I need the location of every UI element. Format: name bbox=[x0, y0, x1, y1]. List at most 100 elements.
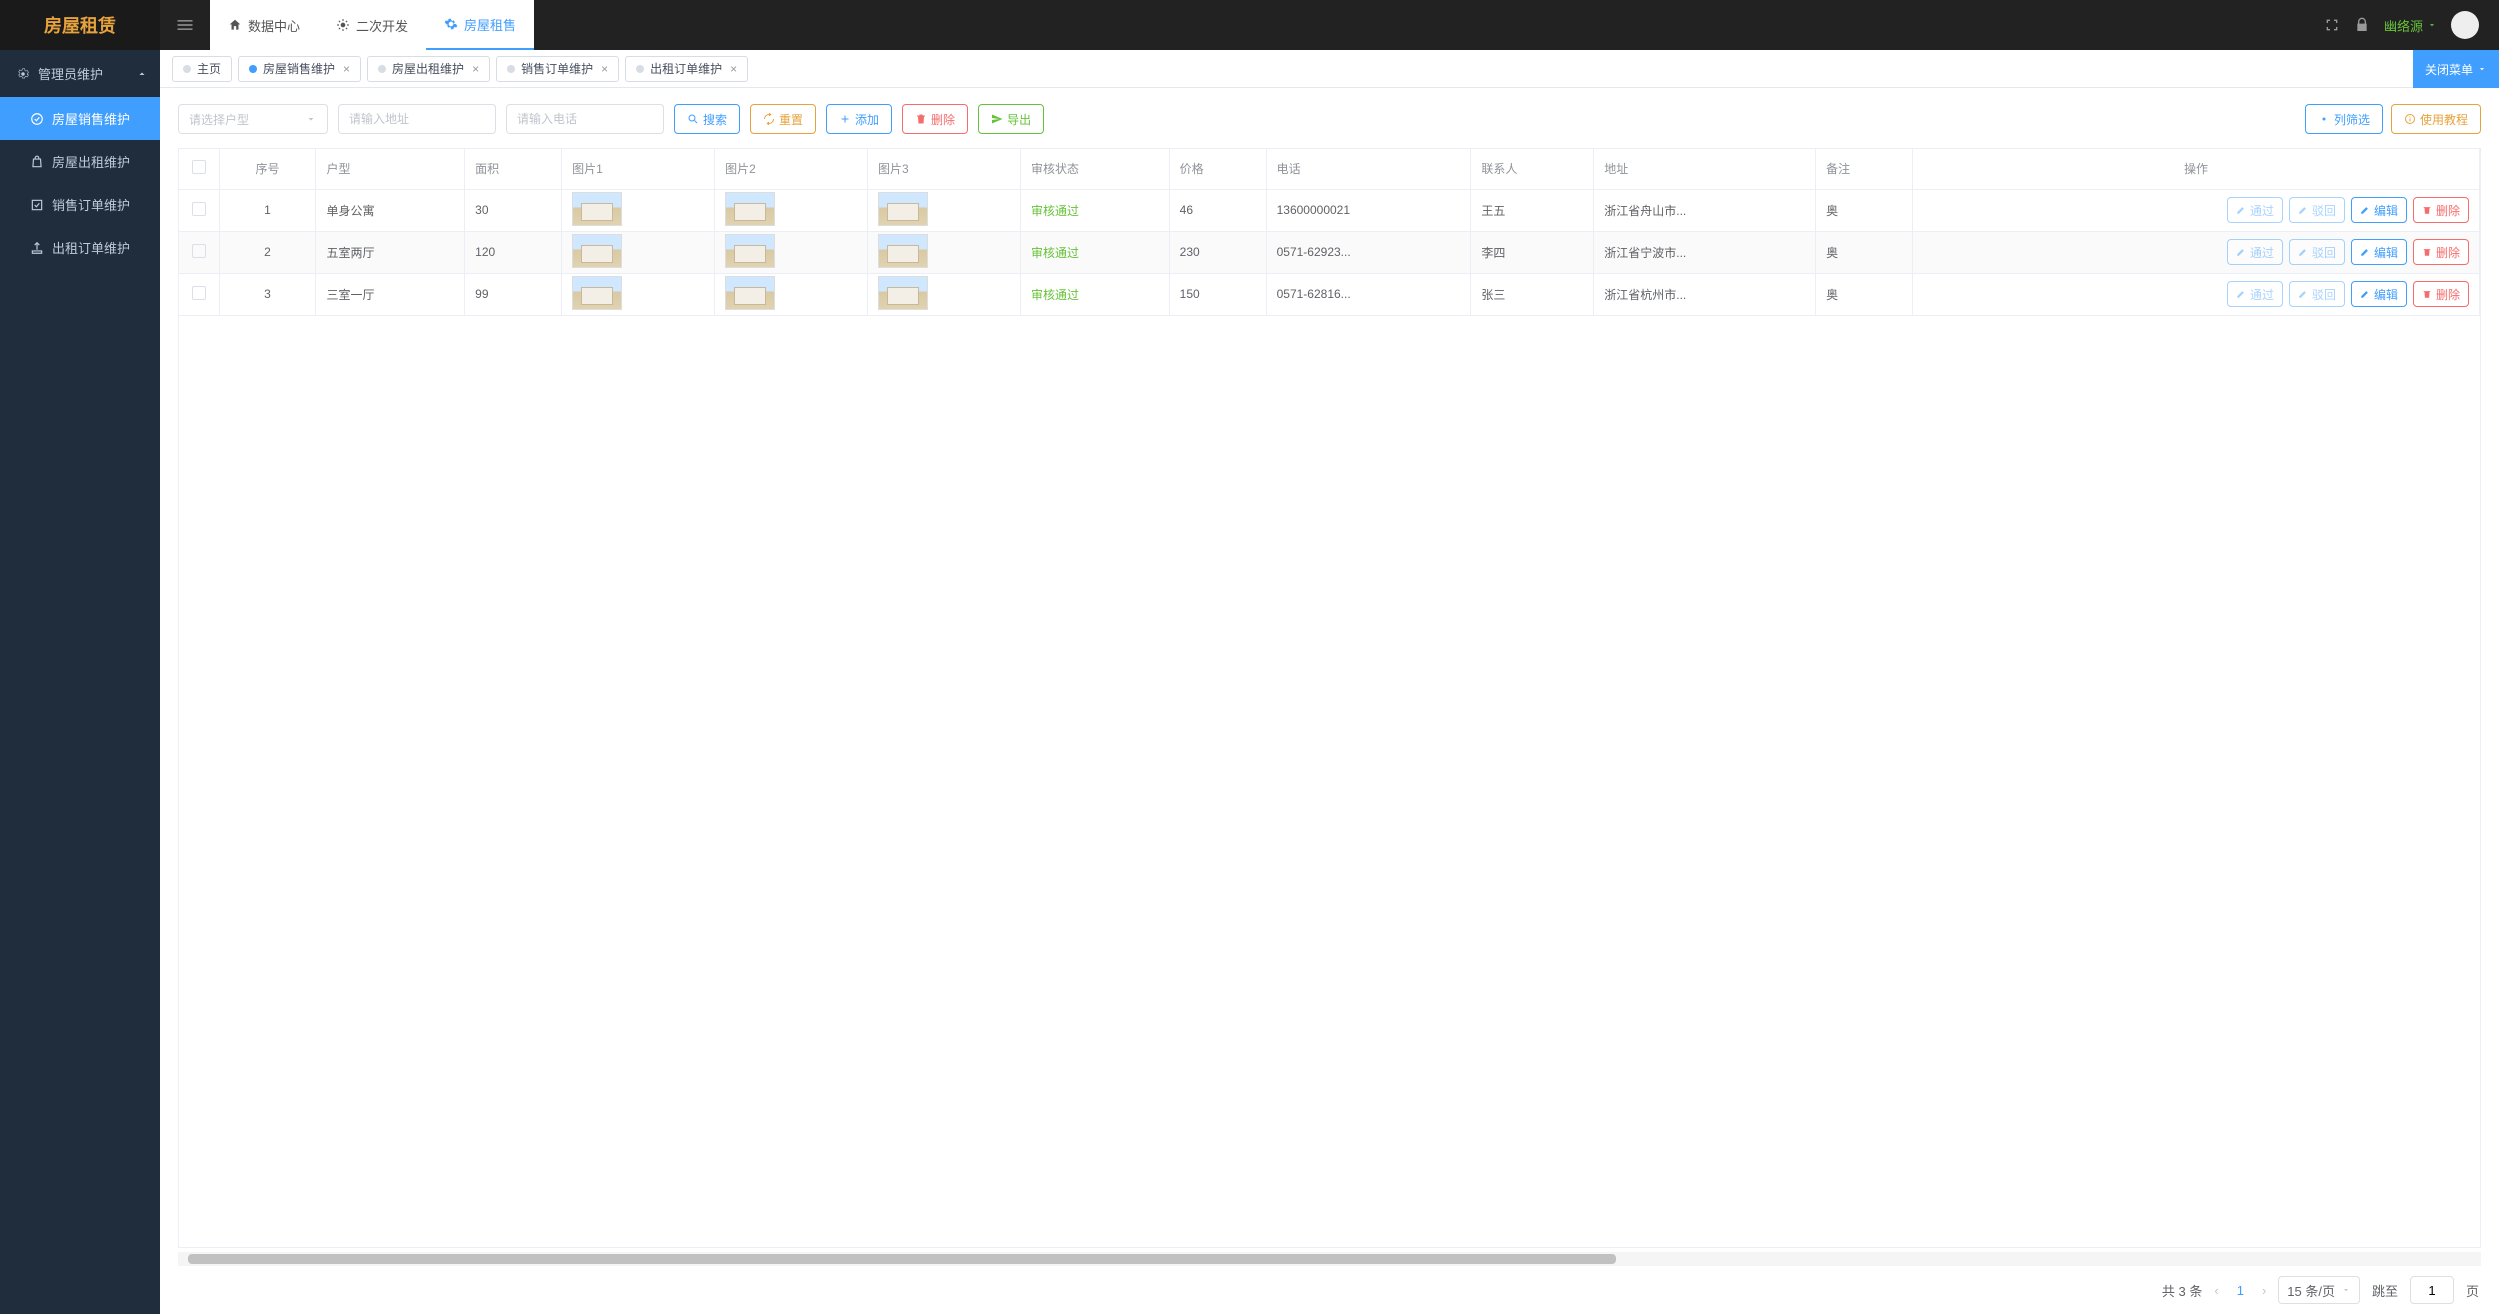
close-menu-button[interactable]: 关闭菜单 bbox=[2413, 50, 2499, 88]
tab-销售订单维护[interactable]: 销售订单维护 × bbox=[496, 56, 619, 82]
close-icon[interactable]: × bbox=[472, 62, 479, 76]
user-menu[interactable]: 幽络源 bbox=[2384, 16, 2437, 35]
upload-icon bbox=[30, 241, 44, 255]
horizontal-scrollbar[interactable] bbox=[178, 1252, 2481, 1266]
sidebar-item-label: 房屋出租维护 bbox=[52, 152, 130, 171]
row-checkbox[interactable] bbox=[192, 286, 206, 300]
edit-icon bbox=[2360, 289, 2370, 299]
fullscreen-icon[interactable] bbox=[2324, 17, 2340, 33]
cell-image bbox=[868, 189, 1021, 231]
topnav-rental[interactable]: 房屋租售 bbox=[426, 0, 534, 50]
select-all-checkbox[interactable] bbox=[192, 160, 206, 174]
page-size-label: 15 条/页 bbox=[2287, 1281, 2335, 1300]
delete-button[interactable]: 删除 bbox=[902, 104, 968, 134]
tab-房屋销售维护[interactable]: 房屋销售维护× bbox=[238, 56, 361, 82]
type-select[interactable]: 请选择户型 bbox=[178, 104, 328, 134]
cell-addr: 浙江省舟山市... bbox=[1594, 189, 1816, 231]
row-delete-button[interactable]: 删除 bbox=[2413, 239, 2469, 265]
sidebar-item-sale[interactable]: 房屋销售维护 bbox=[0, 97, 160, 140]
add-button[interactable]: 添加 bbox=[826, 104, 892, 134]
close-icon[interactable]: × bbox=[343, 62, 350, 76]
pass-button[interactable]: 通过 bbox=[2227, 197, 2283, 223]
tutorial-label: 使用教程 bbox=[2420, 111, 2468, 128]
close-menu-label: 关闭菜单 bbox=[2425, 61, 2473, 78]
edit-button[interactable]: 编辑 bbox=[2351, 197, 2407, 223]
pagination: 共 3 条 ‹ 1 › 15 条/页 跳至 页 bbox=[160, 1266, 2499, 1314]
phone-input[interactable] bbox=[506, 104, 664, 134]
sidebar-toggle[interactable] bbox=[160, 0, 210, 50]
check-square-icon bbox=[30, 198, 44, 212]
house-thumbnail[interactable] bbox=[725, 234, 775, 268]
export-button[interactable]: 导出 bbox=[978, 104, 1044, 134]
check-circle-icon bbox=[30, 112, 44, 126]
page-size-select[interactable]: 15 条/页 bbox=[2278, 1276, 2360, 1304]
sidebar-item-rent[interactable]: 房屋出租维护 bbox=[0, 140, 160, 183]
search-label: 搜索 bbox=[703, 111, 727, 128]
type-select-placeholder: 请选择户型 bbox=[189, 111, 249, 128]
reject-button[interactable]: 驳回 bbox=[2289, 239, 2345, 265]
sidebar-group-admin[interactable]: 管理员维护 bbox=[0, 50, 160, 97]
tab-主页[interactable]: 主页 bbox=[172, 56, 232, 82]
gear-icon bbox=[444, 17, 458, 31]
page-number[interactable]: 1 bbox=[2231, 1283, 2250, 1298]
house-thumbnail[interactable] bbox=[725, 192, 775, 226]
row-delete-button[interactable]: 删除 bbox=[2413, 197, 2469, 223]
address-input[interactable] bbox=[338, 104, 496, 134]
sidebar-item-rent-order[interactable]: 出租订单维护 bbox=[0, 226, 160, 269]
house-thumbnail[interactable] bbox=[878, 234, 928, 268]
house-thumbnail[interactable] bbox=[725, 276, 775, 310]
edit-icon bbox=[2298, 289, 2308, 299]
reset-button[interactable]: 重置 bbox=[750, 104, 816, 134]
cell-contact: 李四 bbox=[1471, 231, 1594, 273]
tab-房屋出租维护[interactable]: 房屋出租维护× bbox=[367, 56, 490, 82]
close-icon[interactable]: × bbox=[730, 62, 737, 76]
sun-icon bbox=[336, 18, 350, 32]
house-thumbnail[interactable] bbox=[572, 234, 622, 268]
search-button[interactable]: 搜索 bbox=[674, 104, 740, 134]
refresh-icon bbox=[763, 113, 775, 125]
tab-dot-icon bbox=[183, 65, 191, 73]
topnav-dev[interactable]: 二次开发 bbox=[318, 0, 426, 50]
row-checkbox[interactable] bbox=[192, 244, 206, 258]
reject-button[interactable]: 驳回 bbox=[2289, 281, 2345, 307]
topnav-label: 数据中心 bbox=[248, 16, 300, 35]
sidebar-item-sale-order[interactable]: 销售订单维护 bbox=[0, 183, 160, 226]
tab-label: 出租订单维护 bbox=[650, 60, 722, 77]
row-delete-button[interactable]: 删除 bbox=[2413, 281, 2469, 307]
pass-button[interactable]: 通过 bbox=[2227, 239, 2283, 265]
column-filter-button[interactable]: 列筛选 bbox=[2305, 104, 2383, 134]
pass-button[interactable]: 通过 bbox=[2227, 281, 2283, 307]
topnav-data-center[interactable]: 数据中心 bbox=[210, 0, 318, 50]
cell-image bbox=[715, 189, 868, 231]
lock-icon[interactable] bbox=[2354, 17, 2370, 33]
top-nav: 数据中心 二次开发 房屋租售 bbox=[210, 0, 534, 50]
tab-出租订单维护[interactable]: 出租订单维护 × bbox=[625, 56, 748, 82]
th-7: 价格 bbox=[1169, 149, 1266, 189]
sidebar-item-label: 房屋销售维护 bbox=[52, 109, 130, 128]
avatar[interactable] bbox=[2451, 11, 2479, 39]
tab-label: 销售订单维护 bbox=[521, 60, 593, 77]
tab-dot-icon bbox=[507, 65, 515, 73]
reject-button[interactable]: 驳回 bbox=[2289, 197, 2345, 223]
jump-input[interactable] bbox=[2410, 1276, 2454, 1304]
edit-button[interactable]: 编辑 bbox=[2351, 281, 2407, 307]
th-12: 操作 bbox=[1913, 149, 2480, 189]
close-icon[interactable]: × bbox=[601, 62, 608, 76]
tutorial-button[interactable]: 使用教程 bbox=[2391, 104, 2481, 134]
th-10: 地址 bbox=[1594, 149, 1816, 189]
page-prev[interactable]: ‹ bbox=[2214, 1283, 2218, 1298]
cell-idx: 1 bbox=[219, 189, 316, 231]
page-next[interactable]: › bbox=[2262, 1283, 2266, 1298]
cell-phone: 13600000021 bbox=[1266, 189, 1471, 231]
cell-addr: 浙江省宁波市... bbox=[1594, 231, 1816, 273]
house-thumbnail[interactable] bbox=[572, 192, 622, 226]
house-thumbnail[interactable] bbox=[572, 276, 622, 310]
edit-icon bbox=[2298, 205, 2308, 215]
cell-remark: 奥 bbox=[1816, 189, 1913, 231]
cell-area: 120 bbox=[465, 231, 562, 273]
house-thumbnail[interactable] bbox=[878, 276, 928, 310]
edit-button[interactable]: 编辑 bbox=[2351, 239, 2407, 265]
row-checkbox[interactable] bbox=[192, 202, 206, 216]
tab-dot-icon bbox=[636, 65, 644, 73]
house-thumbnail[interactable] bbox=[878, 192, 928, 226]
